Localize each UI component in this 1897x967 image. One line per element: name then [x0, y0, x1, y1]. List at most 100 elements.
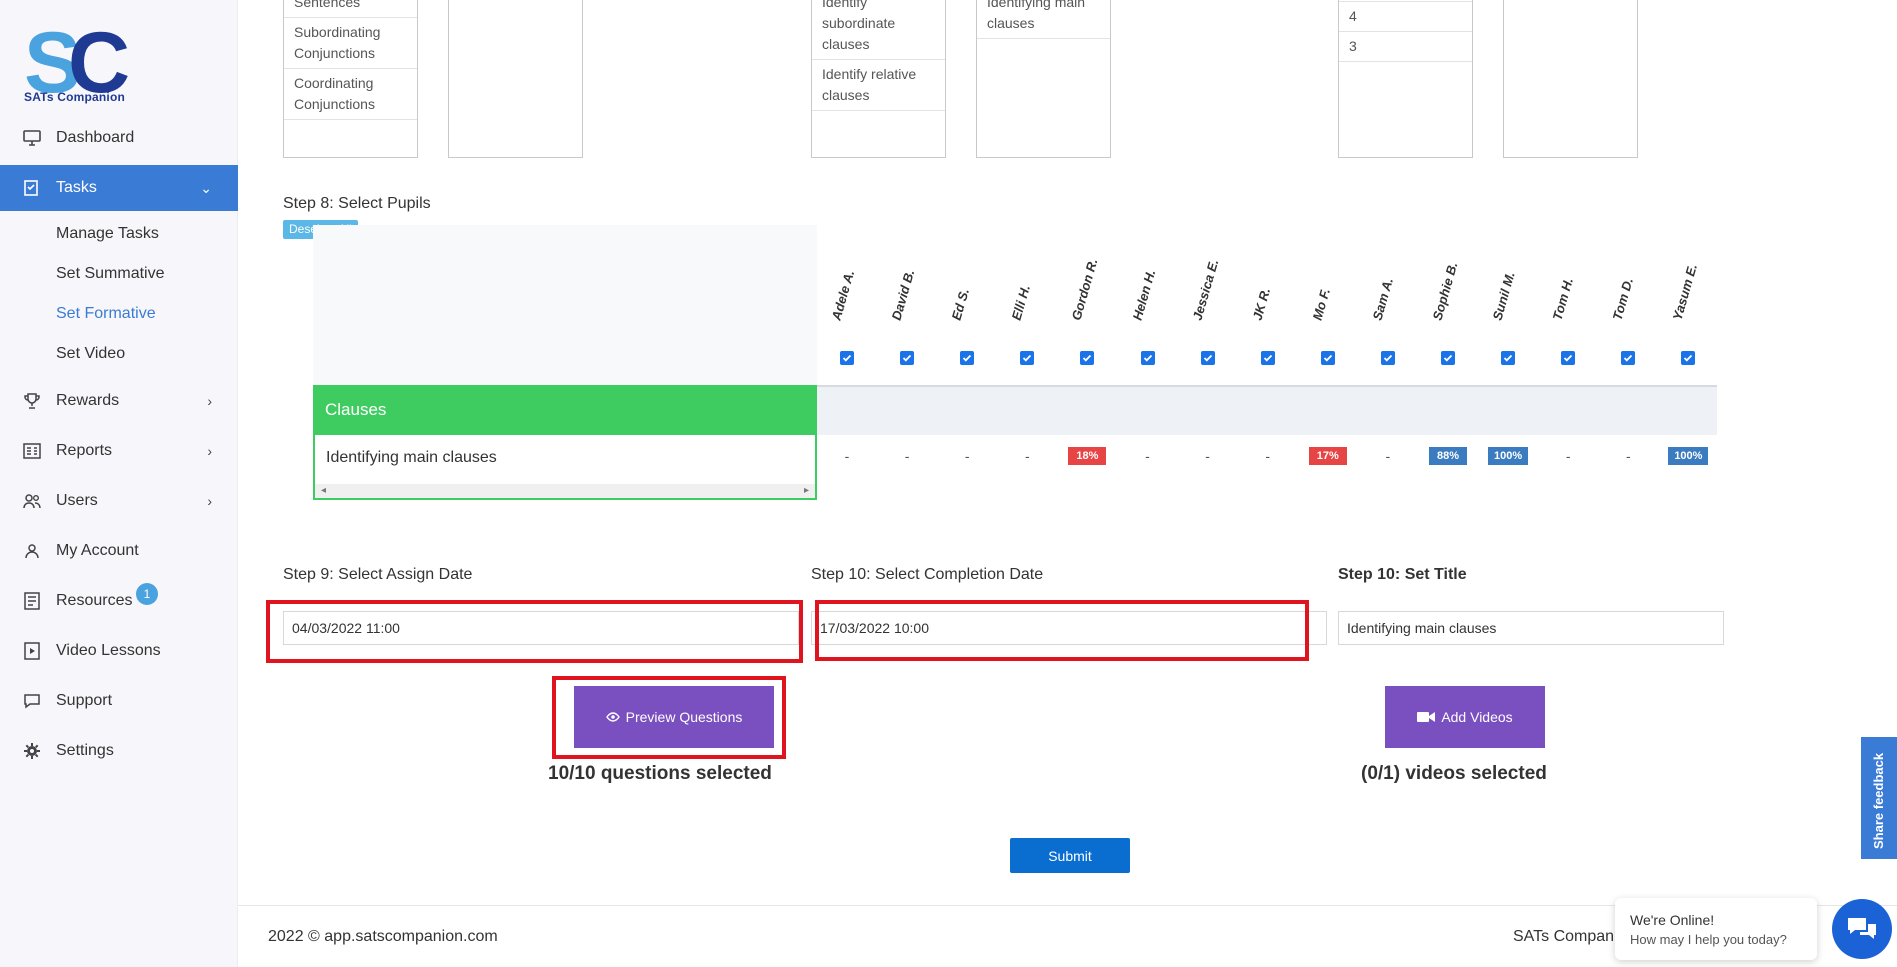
sidebar-item-dashboard[interactable]: Dashboard: [0, 116, 238, 160]
horizontal-scrollbar[interactable]: ◂ ▸: [315, 484, 815, 498]
check-icon: [1503, 354, 1513, 362]
check-icon: [842, 354, 852, 362]
brand-name: SATs Companion: [24, 90, 126, 104]
title-input[interactable]: Identifying main clauses: [1338, 611, 1724, 645]
list-item[interactable]: 4: [1339, 2, 1472, 32]
objective-listbox[interactable]: Identify subordinate clauses Identify re…: [811, 0, 946, 158]
score-cell: -: [904, 448, 910, 464]
footer-brand[interactable]: SATs Compan: [1513, 928, 1614, 946]
score-cell: -: [1205, 448, 1210, 464]
sidebar-item-reports[interactable]: Reports ›: [0, 429, 238, 473]
highlight-box-preview: [552, 676, 786, 759]
score-cell[interactable]: 17%: [1308, 447, 1347, 465]
add-videos-button[interactable]: Add Videos: [1385, 686, 1545, 748]
pupil-name-label: Helen H.: [1129, 267, 1158, 322]
pupil-name-label: Tom D.: [1609, 275, 1637, 322]
sidebar: S C SATs Companion Dashboard Tasks ⌄ Man…: [0, 0, 238, 967]
sidebar-item-video-lessons[interactable]: Video Lessons: [0, 629, 238, 673]
pupil-name: Ed S.: [949, 262, 983, 322]
list-item[interactable]: Identify subordinate clauses: [812, 0, 945, 60]
score-cell[interactable]: 100%: [1488, 447, 1529, 465]
pupil-checkbox[interactable]: [1260, 351, 1275, 365]
list-item[interactable]: Identifying main clauses: [977, 0, 1110, 39]
pupil-name-label: Sophie B.: [1429, 260, 1461, 322]
check-icon: [1624, 354, 1633, 362]
sidebar-subitem-manage-tasks[interactable]: Manage Tasks: [56, 225, 159, 243]
pupil-checkbox[interactable]: [1681, 351, 1696, 365]
score-cell[interactable]: 100%: [1668, 447, 1709, 465]
list-item[interactable]: Identify relative clauses: [812, 60, 945, 111]
sidebar-item-users[interactable]: Users ›: [0, 479, 238, 523]
chat-bubbles-icon: [1848, 918, 1876, 939]
subtopic-listbox[interactable]: [448, 0, 583, 158]
chat-greeting-bubble[interactable]: We're Online! How may I help you today?: [1615, 898, 1817, 960]
pupil-checkbox[interactable]: [1561, 351, 1576, 365]
pupil-checkbox[interactable]: [840, 351, 854, 365]
check-icon: [1564, 354, 1573, 362]
topic-row-label: Identifying main clauses: [326, 449, 497, 466]
selected-level-listbox[interactable]: [1503, 0, 1638, 158]
sidebar-item-tasks[interactable]: Tasks ⌄: [0, 165, 238, 211]
pupil-checkbox[interactable]: [960, 351, 975, 365]
level-listbox[interactable]: 5 4 3: [1338, 0, 1473, 158]
pupil-checkbox[interactable]: [1200, 351, 1215, 365]
chat-greeting-subtitle: How may I help you today?: [1630, 932, 1787, 947]
pupil-name: Sam A.: [1369, 262, 1404, 322]
pupil-name: Tom D.: [1610, 262, 1644, 322]
sidebar-subitem-set-formative[interactable]: Set Formative: [56, 305, 156, 323]
pupil-table-header: [313, 225, 817, 385]
score-cell[interactable]: 88%: [1429, 447, 1467, 465]
submit-button[interactable]: Submit: [1010, 838, 1130, 873]
share-feedback-label: Share feedback: [1871, 752, 1886, 849]
list-item[interactable]: Subordinating Conjunctions: [284, 18, 417, 69]
topic-header: Clauses: [313, 385, 817, 435]
scroll-left-icon[interactable]: ◂: [321, 484, 326, 498]
pupil-name: Sunil M.: [1490, 262, 1524, 322]
resources-count-badge: 1: [136, 583, 158, 605]
sidebar-item-label: Support: [56, 692, 113, 709]
pupil-checkbox[interactable]: [1380, 351, 1395, 365]
pupil-checkbox[interactable]: [1441, 351, 1455, 365]
score-cell: -: [844, 448, 850, 464]
monitor-icon: [22, 128, 42, 148]
chevron-right-icon: ›: [207, 443, 212, 459]
pupil-checkbox[interactable]: [1080, 351, 1095, 365]
sidebar-item-settings[interactable]: Settings: [0, 729, 238, 773]
chevron-right-icon: ›: [207, 493, 212, 509]
check-icon: [1383, 354, 1393, 362]
reports-icon: [22, 441, 42, 461]
pupil-name: Sophie B.: [1430, 260, 1464, 322]
pupil-name: Helen H.: [1129, 262, 1164, 322]
sidebar-item-label: Rewards: [56, 392, 120, 409]
sidebar-item-resources[interactable]: Resources: [0, 579, 238, 623]
video-file-icon: [22, 641, 42, 661]
sidebar-item-rewards[interactable]: Rewards ›: [0, 379, 238, 423]
pupil-name: JK R.: [1249, 262, 1284, 322]
topic-listbox[interactable]: Sentences Subordinating Conjunctions Coo…: [283, 0, 418, 158]
pupil-checkbox[interactable]: [900, 351, 915, 365]
pupil-name-label: Tom H.: [1549, 275, 1577, 322]
step8-label: Step 8: Select Pupils: [283, 195, 431, 212]
pupil-name: Elli H.: [1009, 262, 1043, 322]
list-item[interactable]: Sentences: [284, 0, 417, 18]
pupil-checkbox[interactable]: [1320, 351, 1335, 365]
list-item[interactable]: 3: [1339, 32, 1472, 62]
sidebar-item-support[interactable]: Support: [0, 679, 238, 723]
sidebar-subitem-set-video[interactable]: Set Video: [56, 345, 125, 363]
sidebar-subitem-set-summative[interactable]: Set Summative: [56, 265, 164, 283]
sidebar-item-my-account[interactable]: My Account: [0, 529, 238, 573]
share-feedback-tab[interactable]: Share feedback: [1861, 737, 1897, 859]
score-cell: -: [1265, 448, 1271, 464]
selected-objective-listbox[interactable]: Identifying main clauses: [976, 0, 1111, 158]
pupil-checkbox[interactable]: [1020, 351, 1035, 365]
pupil-checkbox[interactable]: [1140, 351, 1155, 365]
chat-launcher-button[interactable]: [1832, 899, 1892, 959]
pupil-checkbox[interactable]: [1621, 351, 1636, 365]
step10-completion-label: Step 10: Select Completion Date: [811, 566, 1044, 583]
check-icon: [1684, 354, 1693, 362]
pupil-checkbox[interactable]: [1501, 351, 1516, 365]
scroll-right-icon[interactable]: ▸: [804, 484, 809, 498]
score-cell[interactable]: 18%: [1068, 447, 1107, 465]
tasks-icon: [22, 178, 42, 198]
list-item[interactable]: Coordinating Conjunctions: [284, 69, 417, 120]
